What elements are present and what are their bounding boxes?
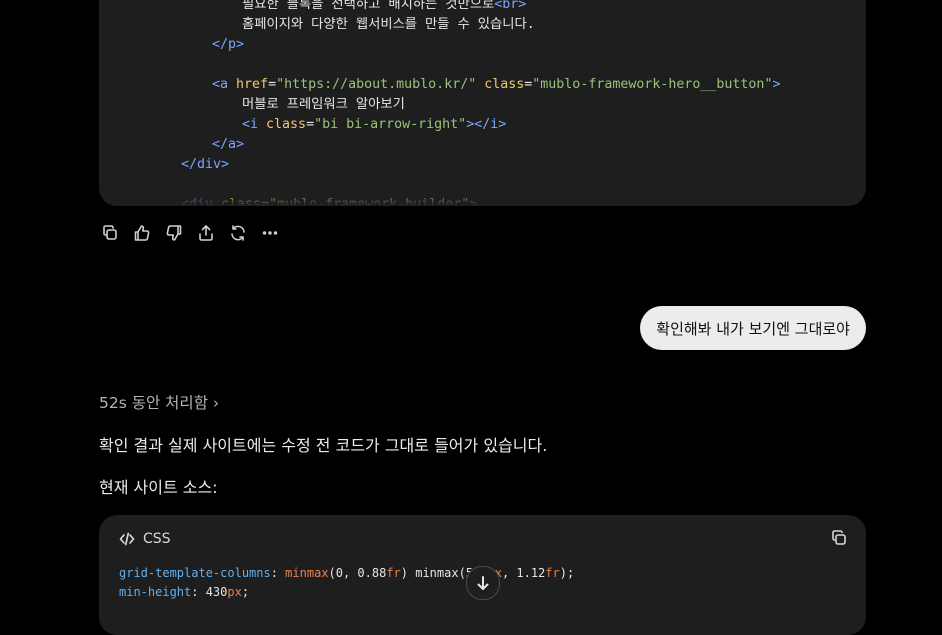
code-line: 홈페이지와 다양한 웹서비스를 만들 수 있습니다. xyxy=(242,15,535,35)
code-token: 필요한 블록을 선택하고 배치하는 것만으로 xyxy=(242,0,495,12)
code-fade xyxy=(99,192,866,206)
more-icon xyxy=(262,231,278,235)
code-icon xyxy=(119,532,135,546)
code-token: : 430 xyxy=(191,585,228,599)
code-token: min-height xyxy=(119,585,192,599)
thumbs-up-button[interactable] xyxy=(131,222,153,244)
code-token: 머블로 프레임워크 알아보기 xyxy=(242,97,405,112)
code-token: = xyxy=(306,117,315,132)
code-line: </a> xyxy=(212,135,244,155)
code-language: CSS xyxy=(143,531,171,547)
code-line: <i class="bi bi-arrow-right"></i> xyxy=(242,115,506,135)
code-token: <br> xyxy=(494,0,527,12)
thumbs-down-icon xyxy=(166,225,182,241)
code-token: class xyxy=(266,117,307,132)
code-token: (0, 0.88 xyxy=(328,566,387,580)
code-token: fr xyxy=(545,566,560,580)
copy-icon xyxy=(832,530,846,545)
code-token: </a> xyxy=(212,137,245,152)
code-token: px xyxy=(227,585,242,599)
code-language-label: CSS xyxy=(119,531,171,547)
code-token: = xyxy=(268,77,277,92)
code-token: <i xyxy=(242,117,267,132)
user-message-text: 확인해봐 내가 보기엔 그대로야 xyxy=(656,319,850,338)
thumbs-up-icon xyxy=(134,225,150,241)
regenerate-icon xyxy=(231,225,245,241)
code-token: minmax xyxy=(285,566,329,580)
code-line: 머블로 프레임워크 알아보기 xyxy=(242,95,405,115)
code-token: 홈페이지와 다양한 웹서비스를 만들 수 있습니다. xyxy=(242,17,535,32)
scroll-to-bottom-button[interactable] xyxy=(466,566,500,600)
copy-icon xyxy=(103,225,117,240)
code-token: , 1.12 xyxy=(501,566,546,580)
code-token: </div> xyxy=(181,157,230,172)
arrow-down-icon xyxy=(477,576,489,590)
code-token: > xyxy=(772,77,781,92)
code-token: "https://about.mublo.kr/" xyxy=(276,77,477,92)
share-button[interactable] xyxy=(195,222,217,244)
code-line: </p> xyxy=(212,35,244,55)
regenerate-button[interactable] xyxy=(227,222,249,244)
more-button[interactable] xyxy=(259,222,281,244)
answer-paragraph: 확인 결과 실제 사이트에는 수정 전 코드가 그대로 들어가 있습니다. xyxy=(99,436,548,455)
thumbs-down-button[interactable] xyxy=(163,222,185,244)
thought-duration-toggle[interactable]: 52s 동안 처리함 › xyxy=(99,391,219,413)
share-icon xyxy=(199,225,213,241)
code-token: fr xyxy=(386,566,401,580)
code-token: "mublo-framework-hero__button" xyxy=(532,77,773,92)
code-token: href xyxy=(236,77,269,92)
answer-paragraph-source: 현재 사이트 소스: xyxy=(99,478,218,497)
copy-button[interactable] xyxy=(99,222,121,244)
code-token: grid-template-columns xyxy=(119,566,271,580)
user-message-bubble: 확인해봐 내가 보기엔 그대로야 xyxy=(640,306,866,350)
copy-code-button[interactable] xyxy=(830,529,852,551)
code-token: "bi bi-arrow-right" xyxy=(314,117,467,132)
code-token: <a xyxy=(212,77,237,92)
css-code-line: min-height: 430px; xyxy=(119,583,249,601)
code-token: ); xyxy=(559,566,575,580)
message-actions xyxy=(99,222,281,244)
code-line: 필요한 블록을 선택하고 배치하는 것만으로<br> xyxy=(242,0,526,15)
code-line: </div> xyxy=(181,155,229,175)
code-token: ></i> xyxy=(466,117,507,132)
code-line: <a href="https://about.mublo.kr/" class=… xyxy=(212,75,780,95)
code-token: : xyxy=(270,566,286,580)
code-block-html: 필요한 블록을 선택하고 배치하는 것만으로<br> 홈페이지와 다양한 웹서비스… xyxy=(99,0,866,206)
code-token: ; xyxy=(241,585,250,599)
css-code-line: grid-template-columns: minmax(0, 0.88fr)… xyxy=(119,564,574,582)
code-token: </p> xyxy=(212,37,245,52)
code-token: class xyxy=(484,77,525,92)
